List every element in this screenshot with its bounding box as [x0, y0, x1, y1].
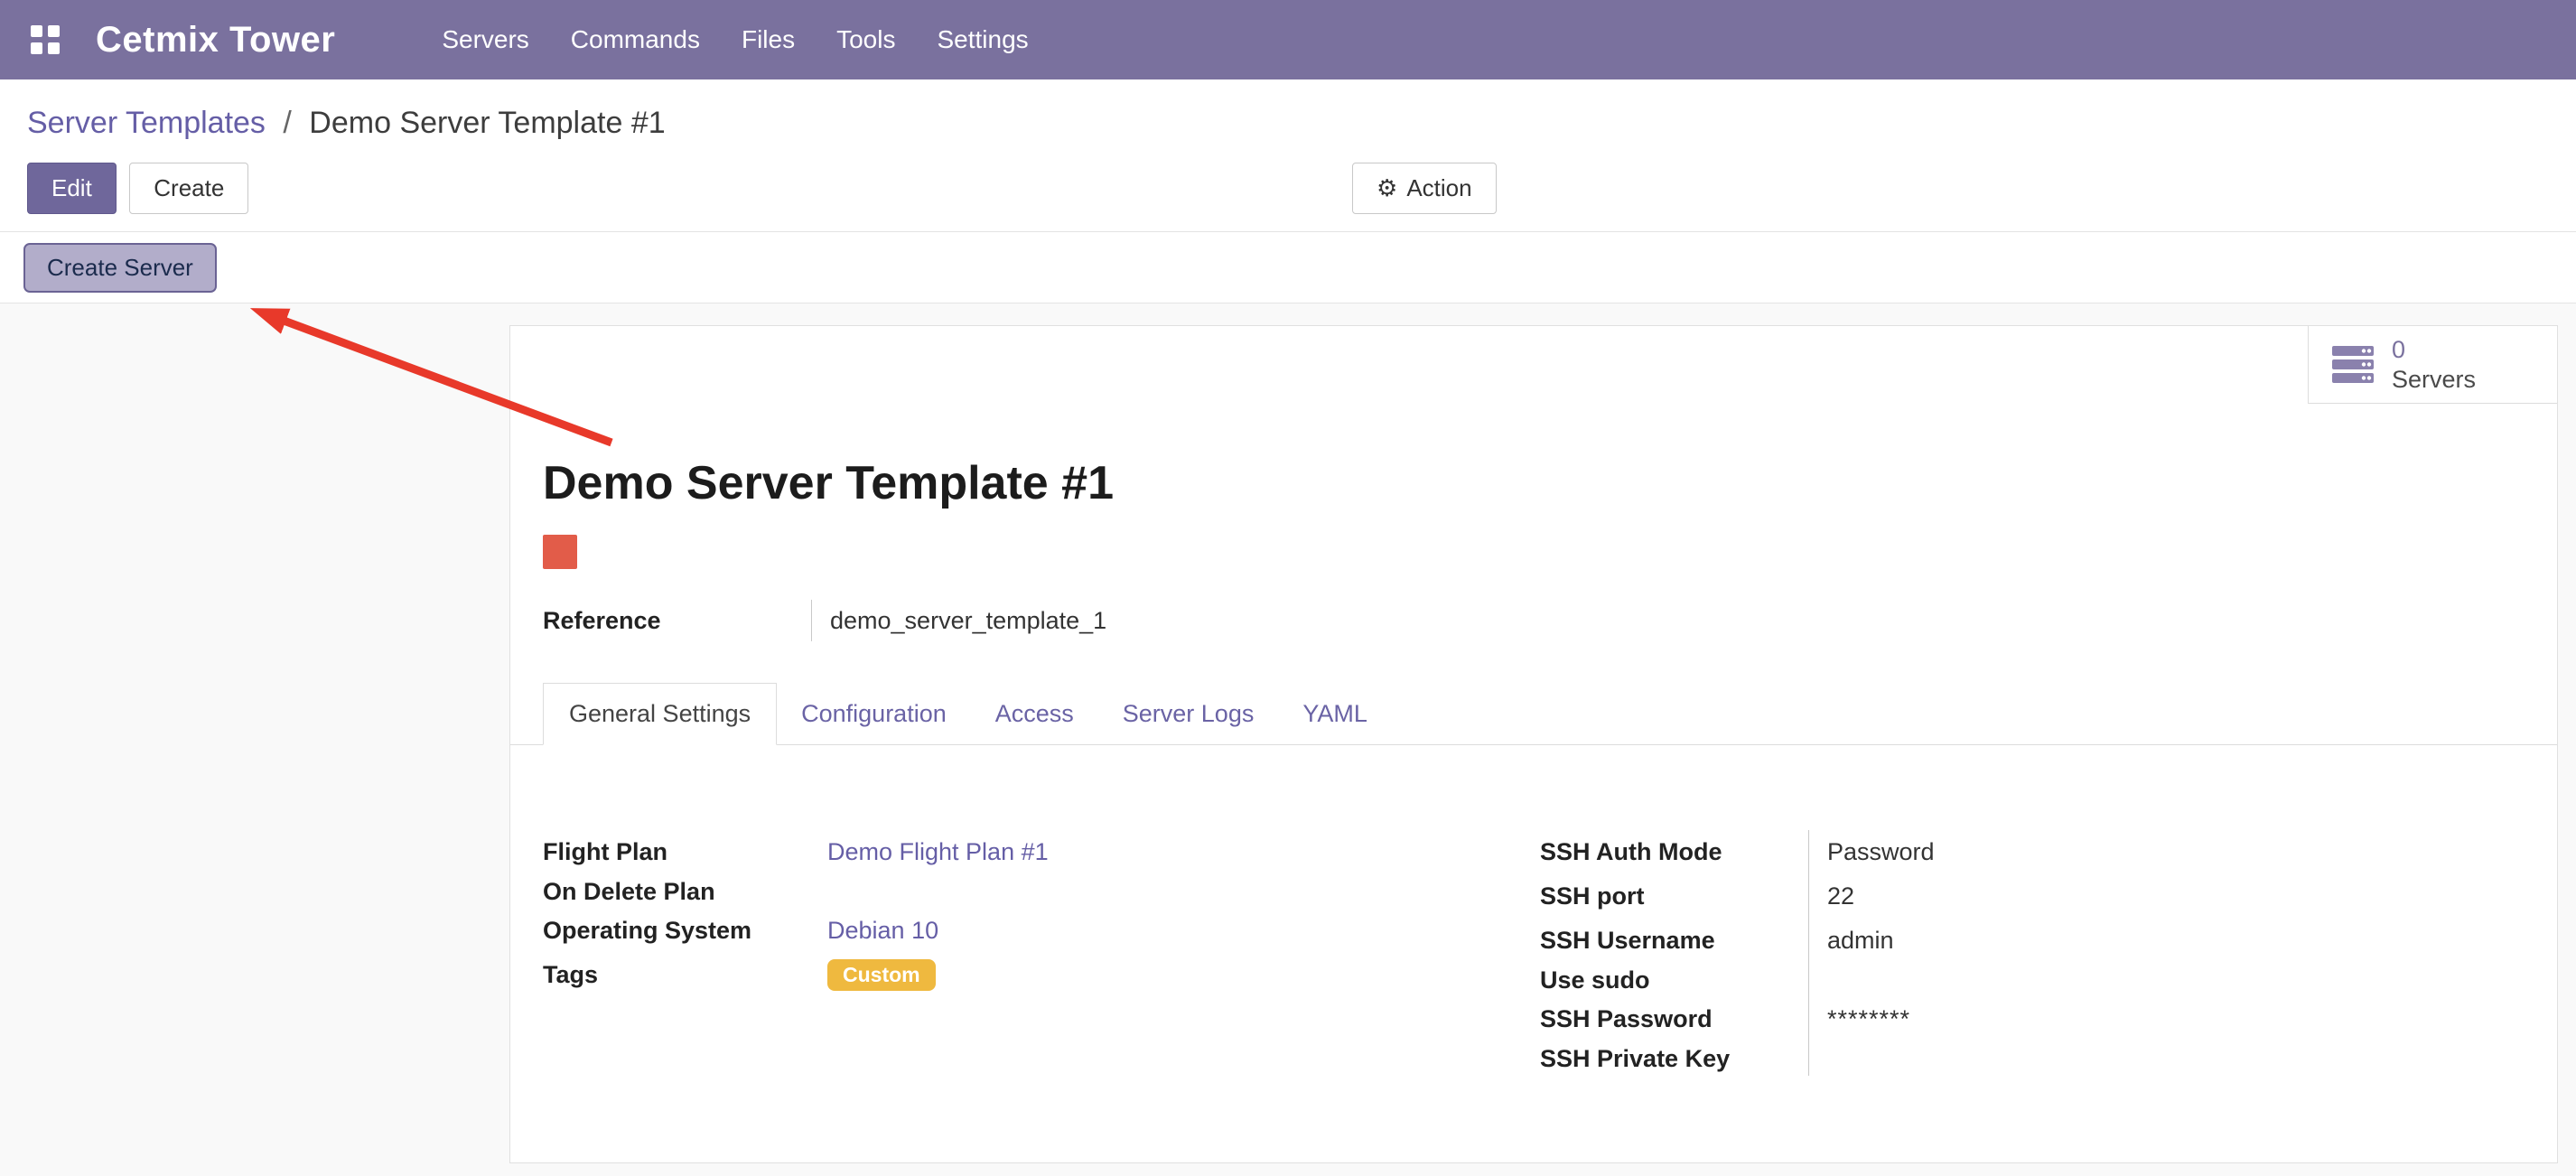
field-label: SSH port [1540, 874, 1808, 919]
field-group-right: SSH Auth Mode Password SSH port 22 SSH U… [1540, 830, 2525, 1076]
tag-badge: Custom [827, 959, 936, 991]
field-label: SSH Auth Mode [1540, 830, 1808, 874]
form-statusbar: Create Server [0, 231, 2576, 303]
form-sheet: Demo Server Template #1 Reference demo_s… [510, 458, 2557, 1076]
menu-item-tools[interactable]: Tools [835, 20, 897, 60]
field-row-tags: Tags Custom [543, 953, 1540, 997]
form-sheet-card: 0 Servers Demo Server Template #1 Refere… [509, 325, 2558, 1163]
tab-configuration[interactable]: Configuration [777, 684, 971, 744]
brand-title[interactable]: Cetmix Tower [96, 20, 335, 61]
edit-button[interactable]: Edit [27, 163, 117, 214]
field-value-empty [1808, 963, 2525, 997]
field-row-operating-system: Operating System Debian 10 [543, 909, 1540, 953]
reference-label: Reference [543, 600, 811, 641]
notebook-tabs: General Settings Configuration Access Se… [510, 683, 2557, 745]
create-server-button[interactable]: Create Server [23, 243, 217, 293]
menu-item-commands[interactable]: Commands [569, 20, 702, 60]
menu-item-settings[interactable]: Settings [935, 20, 1030, 60]
color-swatch [543, 535, 577, 569]
tab-yaml[interactable]: YAML [1278, 684, 1392, 744]
page-title: Demo Server Template #1 [543, 458, 2525, 509]
tab-server-logs[interactable]: Server Logs [1098, 684, 1279, 744]
field-row-ssh-password: SSH Password ******** [1540, 997, 2525, 1041]
reference-value: demo_server_template_1 [811, 600, 1106, 641]
action-button[interactable]: ⚙ Action [1352, 163, 1497, 214]
field-value-masked: ******** [1808, 997, 2525, 1041]
control-panel-buttons: Edit Create ⚙ Action [27, 163, 2549, 217]
flight-plan-link[interactable]: Demo Flight Plan #1 [827, 838, 1049, 866]
menu-item-servers[interactable]: Servers [440, 20, 530, 60]
field-label: On Delete Plan [543, 874, 827, 909]
field-row-flight-plan: Flight Plan Demo Flight Plan #1 [543, 830, 1540, 874]
field-row-ssh-auth-mode: SSH Auth Mode Password [1540, 830, 2525, 874]
tab-general-settings[interactable]: General Settings [543, 683, 777, 745]
field-label: SSH Password [1540, 997, 1808, 1041]
breadcrumb-parent-link[interactable]: Server Templates [27, 106, 266, 140]
top-navbar: Cetmix Tower Servers Commands Files Tool… [0, 0, 2576, 79]
field-label: SSH Private Key [1540, 1041, 1808, 1076]
breadcrumb: Server Templates / Demo Server Template … [0, 79, 2576, 141]
field-value: admin [1808, 919, 2525, 963]
field-value: Password [1808, 830, 2525, 874]
field-row-use-sudo: Use sudo [1540, 963, 2525, 997]
operating-system-link[interactable]: Debian 10 [827, 917, 938, 945]
servers-count: 0 [2392, 335, 2476, 364]
field-row-ssh-username: SSH Username admin [1540, 919, 2525, 963]
servers-stat-text: 0 Servers [2392, 335, 2476, 394]
field-label: Operating System [543, 909, 827, 953]
field-groups: Flight Plan Demo Flight Plan #1 On Delet… [543, 830, 2525, 1076]
tab-access[interactable]: Access [971, 684, 1098, 744]
field-label: Use sudo [1540, 963, 1808, 997]
field-row-ssh-private-key: SSH Private Key [1540, 1041, 2525, 1076]
breadcrumb-separator: / [283, 106, 291, 140]
servers-label: Servers [2392, 365, 2476, 394]
menu-item-files[interactable]: Files [740, 20, 797, 60]
field-value-empty [1808, 1041, 2525, 1076]
main-menu: Servers Commands Files Tools Settings [440, 20, 1030, 60]
field-label: SSH Username [1540, 919, 1808, 963]
content-area: 0 Servers Demo Server Template #1 Refere… [0, 303, 2576, 1176]
gear-icon: ⚙ [1377, 175, 1397, 202]
create-button[interactable]: Create [129, 163, 248, 214]
field-label: Flight Plan [543, 830, 827, 874]
field-value: 22 [1808, 874, 2525, 919]
servers-icon [2332, 346, 2374, 384]
field-row-on-delete-plan: On Delete Plan [543, 874, 1540, 909]
field-row-ssh-port: SSH port 22 [1540, 874, 2525, 919]
field-label: Tags [543, 953, 827, 997]
action-button-label: Action [1406, 174, 1471, 202]
servers-stat-button[interactable]: 0 Servers [2308, 326, 2557, 404]
breadcrumb-current: Demo Server Template #1 [309, 106, 665, 140]
apps-grid-icon[interactable] [31, 25, 60, 54]
field-group-left: Flight Plan Demo Flight Plan #1 On Delet… [543, 830, 1540, 1076]
reference-row: Reference demo_server_template_1 [543, 600, 2525, 641]
